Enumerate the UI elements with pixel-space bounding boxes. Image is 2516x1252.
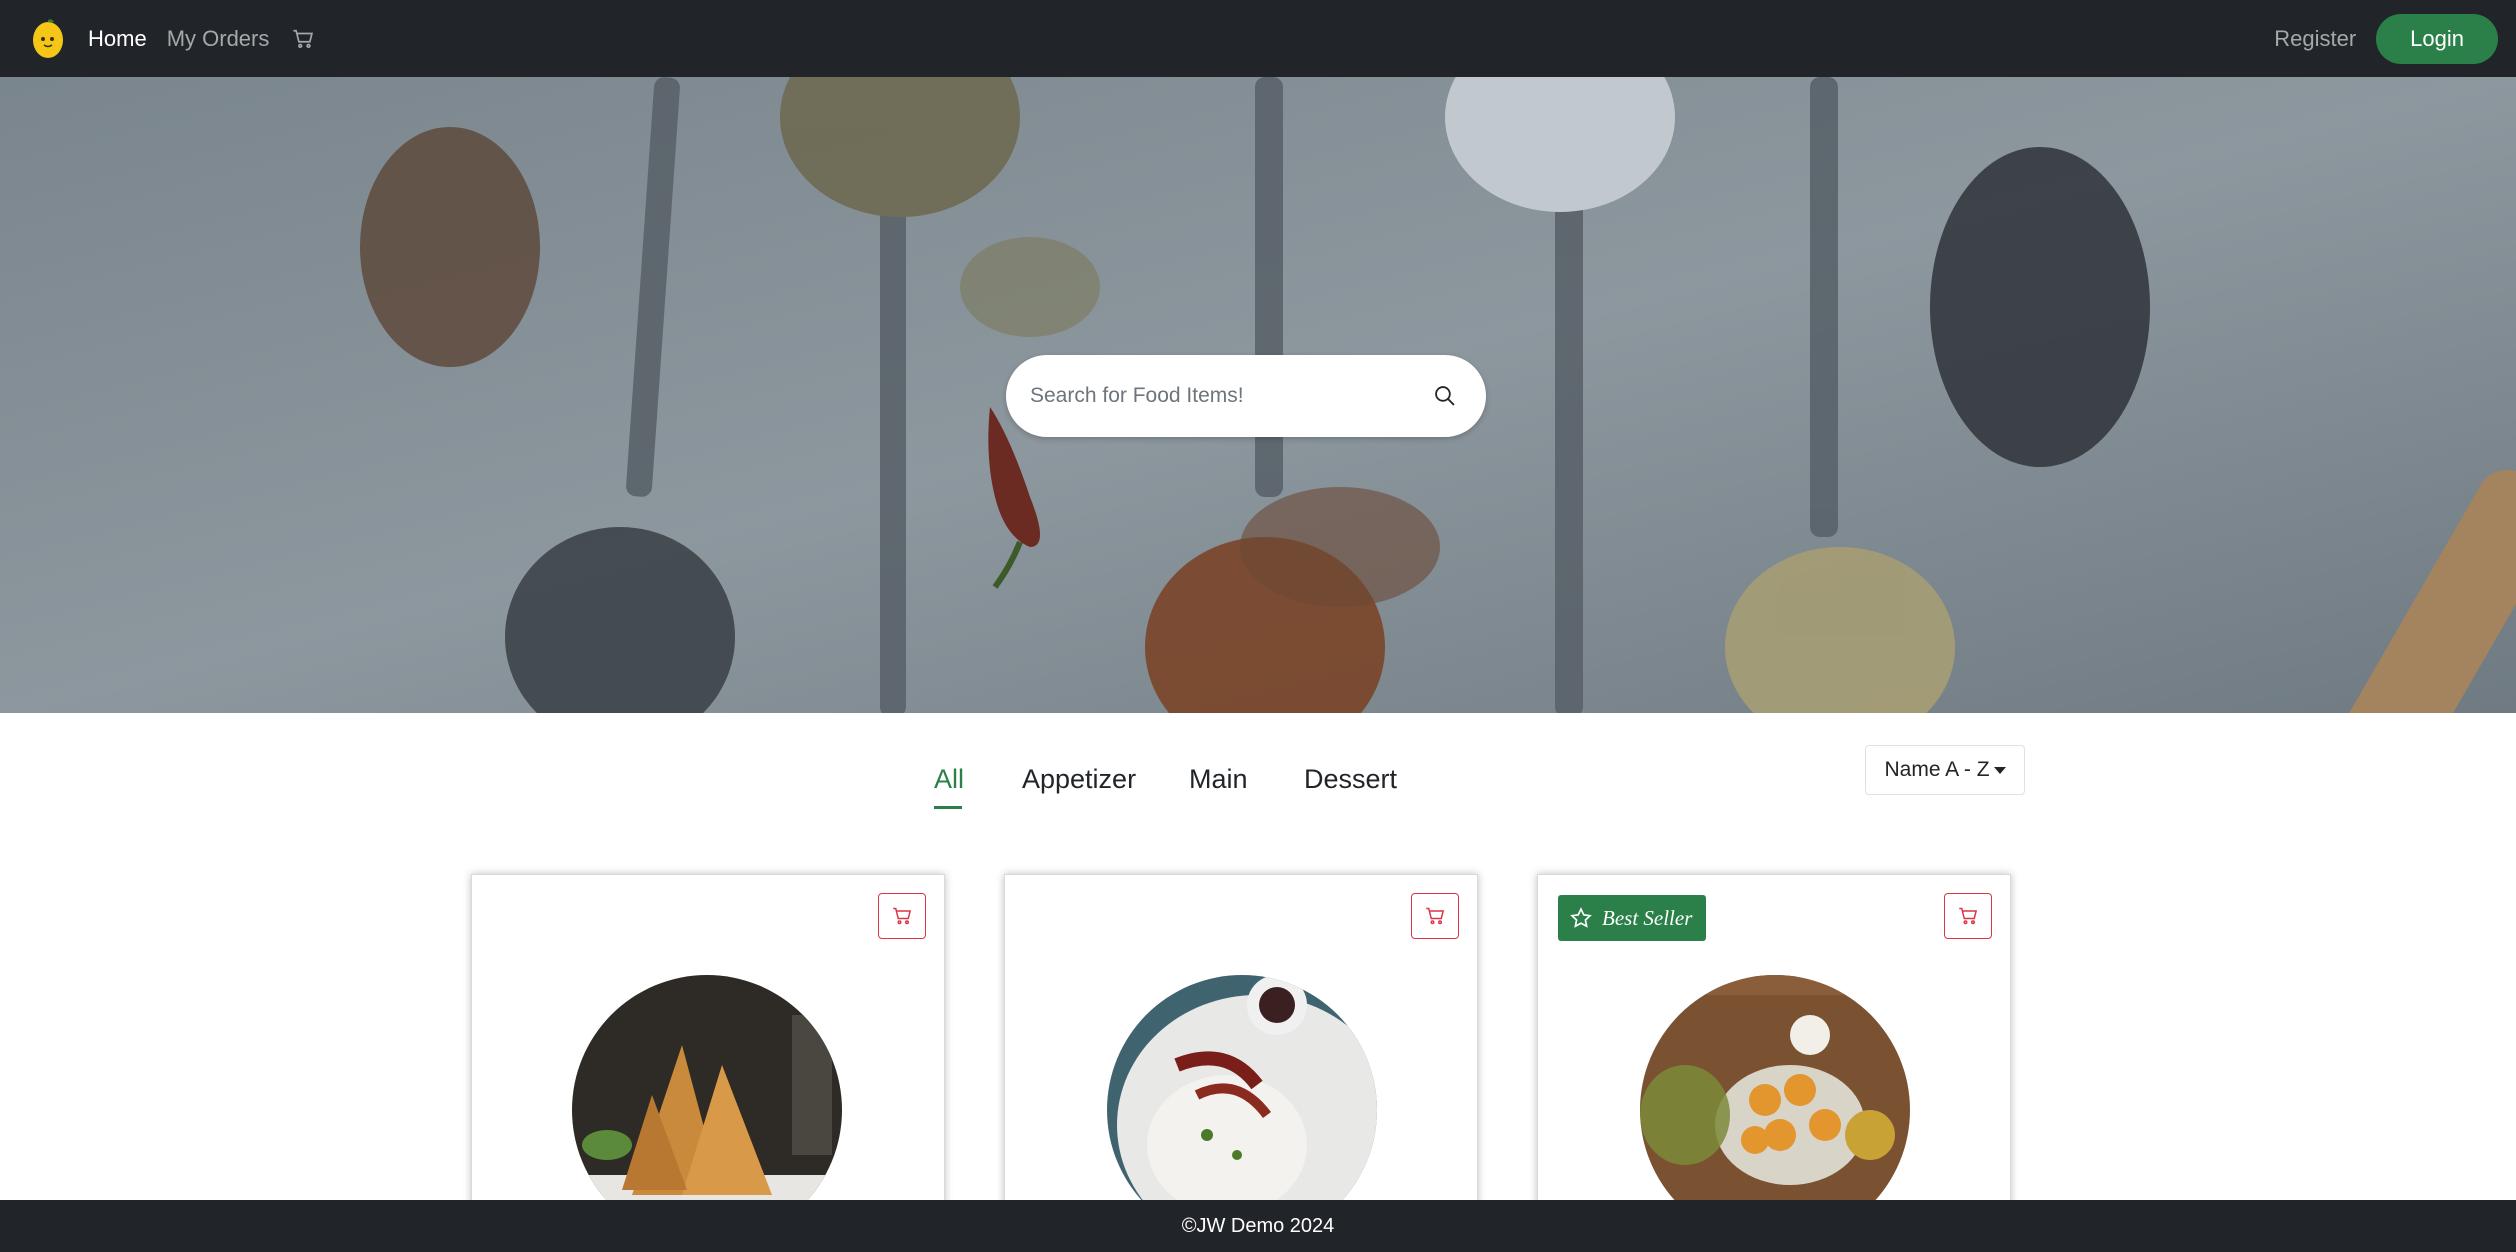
tab-dessert[interactable]: Dessert [1304, 764, 1397, 795]
register-link[interactable]: Register [2274, 26, 2356, 52]
footer-copyright: ©JW Demo 2024 [1181, 1214, 1335, 1237]
tab-all[interactable]: All [934, 764, 964, 795]
chevron-down-icon [1993, 766, 2006, 774]
nav-my-orders[interactable]: My Orders [167, 26, 270, 52]
food-card[interactable] [1004, 874, 1478, 1252]
tab-appetizer[interactable]: Appetizer [1022, 764, 1136, 795]
cart-icon [1426, 907, 1445, 925]
cart-icon [893, 907, 912, 925]
search-input[interactable] [1030, 384, 1428, 408]
hero-banner [0, 77, 2516, 713]
search-bar [1006, 355, 1486, 437]
star-icon [1570, 907, 1592, 928]
nav-home[interactable]: Home [88, 26, 147, 52]
add-to-cart-button[interactable] [1944, 893, 1992, 939]
badge-label: Best Seller [1602, 905, 1693, 930]
tab-main[interactable]: Main [1189, 764, 1248, 795]
add-to-cart-button[interactable] [1411, 893, 1459, 939]
navbar: Home My Orders Register Login [0, 0, 2516, 77]
food-card[interactable] [471, 874, 945, 1252]
sort-dropdown[interactable]: Name A - Z [1865, 745, 2025, 795]
active-tab-indicator [934, 806, 962, 809]
cart-icon [1959, 907, 1978, 925]
sort-selected: Name A - Z [1884, 758, 1990, 781]
search-icon[interactable] [1428, 379, 1462, 413]
lemon-logo-icon[interactable] [30, 18, 66, 60]
cart-icon[interactable] [289, 25, 317, 53]
best-seller-badge: Best Seller [1558, 895, 1707, 941]
footer: ©JW Demo 2024 [0, 1200, 2516, 1252]
category-tabs: All Appetizer Main Dessert [0, 756, 2516, 816]
add-to-cart-button[interactable] [878, 893, 926, 939]
login-button[interactable]: Login [2376, 13, 2498, 64]
food-card[interactable]: Best Seller [1537, 874, 2011, 1252]
